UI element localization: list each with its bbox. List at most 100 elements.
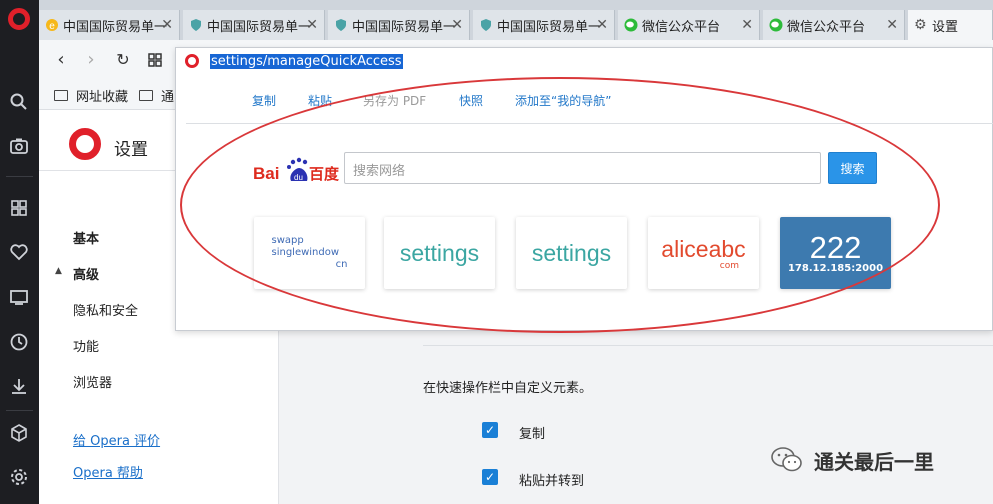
bookmark-label: 通 — [161, 90, 175, 105]
quick-access-tile[interactable]: settings — [516, 217, 627, 289]
search-button[interactable]: 搜索 — [828, 152, 877, 184]
paste-action[interactable]: 粘贴 — [308, 92, 332, 109]
tabs-icon[interactable] — [9, 287, 29, 307]
tab-label: 中国国际贸易单一 — [497, 19, 602, 35]
tab-label: 中国国际贸易单一 — [63, 19, 168, 35]
quick-actions-bar: 复制 粘贴 另存为 PDF 快照 添加至“我的导航” — [176, 92, 993, 112]
close-icon[interactable]: ✕ — [596, 17, 608, 33]
forward-button[interactable]: › — [81, 50, 101, 70]
bookmark-folder[interactable]: 通 — [139, 86, 174, 105]
tab[interactable]: 中国国际贸易单一 ✕ — [473, 10, 615, 40]
bookmark-label: 网址收藏 — [76, 90, 129, 105]
paste-go-option-label: 粘贴并转到 — [519, 474, 585, 489]
nav-basic[interactable]: 基本 — [73, 228, 99, 247]
ie-e-icon: e — [46, 19, 58, 32]
opera-o-icon — [185, 54, 199, 68]
caret-up-icon: ▲ — [55, 266, 62, 276]
tile-text: 222 — [809, 229, 862, 265]
speed-dial-icon[interactable] — [9, 198, 29, 218]
heart-icon[interactable] — [9, 242, 29, 262]
copy-action[interactable]: 复制 — [252, 92, 276, 109]
close-icon[interactable]: ✕ — [306, 17, 318, 33]
nav-browser[interactable]: 浏览器 — [73, 372, 112, 391]
tab[interactable]: 微信公众平台 ✕ — [763, 10, 905, 40]
baidu-logo: Bai du 百度 — [253, 157, 340, 183]
quick-access-tile[interactable]: 222 178.12.185:2000 — [780, 217, 891, 289]
tab[interactable]: 微信公众平台 ✕ — [618, 10, 760, 40]
folder-icon — [139, 90, 153, 101]
shield-icon — [191, 19, 201, 31]
quick-access-tile[interactable]: settings — [384, 217, 495, 289]
copy-checkbox[interactable]: ✓ — [482, 422, 498, 438]
tile-text: settings — [399, 239, 480, 266]
wechat-watermark: 通关最后一里 — [770, 445, 934, 475]
tab-label: 设置 — [932, 19, 959, 35]
tab[interactable]: 中国国际贸易单一 ✕ — [328, 10, 470, 40]
address-dropdown: settings/manageQuickAccess 复制 粘贴 另存为 PDF… — [175, 47, 993, 331]
tab-label: 微信公众平台 — [642, 19, 721, 35]
copy-option-label: 复制 — [519, 427, 546, 442]
history-icon[interactable] — [9, 332, 29, 352]
svg-text:Bai: Bai — [253, 164, 279, 183]
rate-opera-link[interactable]: 给 Opera 评价 — [73, 430, 160, 449]
close-icon[interactable]: ✕ — [161, 17, 173, 33]
add-to-nav-action[interactable]: 添加至“我的导航” — [515, 92, 611, 109]
opera-menu-icon[interactable] — [8, 8, 30, 30]
baidu-logo-text: 百度 — [309, 165, 340, 183]
tab-label: 中国国际贸易单一 — [352, 19, 457, 35]
settings-gear-icon[interactable] — [9, 467, 29, 487]
tile-text: settings — [531, 239, 612, 266]
wechat-icon — [624, 18, 638, 32]
tile-text: cn — [335, 259, 348, 270]
opera-help-link[interactable]: Opera 帮助 — [73, 462, 143, 481]
svg-text:du: du — [294, 173, 303, 182]
tab-label: 微信公众平台 — [787, 19, 866, 35]
divider — [423, 345, 993, 346]
tile-text: swapp — [271, 235, 304, 246]
search-icon[interactable] — [9, 92, 29, 112]
address-field[interactable]: settings/manageQuickAccess — [176, 48, 993, 76]
tile-subtext: 178.12.185:2000 — [787, 262, 884, 274]
tab-label: 中国国际贸易单一 — [207, 19, 312, 35]
close-icon[interactable]: ✕ — [741, 17, 753, 33]
extensions-cube-icon[interactable] — [9, 423, 29, 443]
quick-access-tile[interactable]: aliceabc com — [648, 217, 759, 289]
watermark-text: 通关最后一里 — [814, 449, 934, 474]
tile-text: aliceabc — [661, 235, 746, 262]
wechat-icon — [771, 447, 802, 472]
svg-text:e: e — [49, 21, 55, 32]
customize-description: 在快速操作栏中自定义元素。 — [423, 381, 593, 396]
page-title: 设置 — [114, 140, 148, 160]
nav-features[interactable]: 功能 — [73, 336, 99, 355]
close-icon[interactable]: ✕ — [451, 17, 463, 33]
url-text-selected[interactable]: settings/manageQuickAccess — [210, 54, 403, 69]
save-pdf-action[interactable]: 另存为 PDF — [363, 92, 426, 109]
quick-access-tile[interactable]: swapp singlewindow cn — [254, 217, 365, 289]
reload-button[interactable]: ↻ — [113, 50, 133, 70]
nav-privacy[interactable]: 隐私和安全 — [73, 300, 138, 319]
divider — [186, 123, 993, 124]
tab[interactable]: 中国国际贸易单一 ✕ — [183, 10, 325, 40]
opera-sidebar — [0, 0, 39, 504]
back-button[interactable]: ‹ — [51, 50, 71, 70]
shield-icon — [336, 19, 346, 31]
folder-icon — [54, 90, 68, 101]
tab-settings[interactable]: ⚙ 设置 — [908, 10, 993, 40]
close-icon[interactable]: ✕ — [886, 17, 898, 33]
nav-advanced[interactable]: 高级 — [73, 264, 99, 283]
shield-icon — [481, 19, 491, 31]
paste-go-checkbox[interactable]: ✓ — [482, 469, 498, 485]
snapshot-action[interactable]: 快照 — [459, 92, 483, 109]
speed-dial-grid-icon[interactable] — [145, 50, 165, 70]
search-input[interactable]: 搜索网络 — [344, 152, 821, 184]
tab[interactable]: e 中国国际贸易单一 ✕ — [39, 10, 180, 40]
tile-text: singlewindow — [271, 247, 340, 258]
tile-subtext: com — [719, 260, 739, 271]
opera-logo-icon — [69, 128, 101, 160]
tab-strip: e 中国国际贸易单一 ✕ 中国国际贸易单一 ✕ 中国国际贸易单一 ✕ 中国国际贸… — [39, 0, 993, 40]
download-icon[interactable] — [9, 376, 29, 396]
wechat-icon — [769, 18, 783, 32]
camera-icon[interactable] — [9, 136, 29, 156]
bookmark-folder[interactable]: 网址收藏 — [54, 86, 128, 105]
gear-icon: ⚙ — [914, 17, 927, 33]
